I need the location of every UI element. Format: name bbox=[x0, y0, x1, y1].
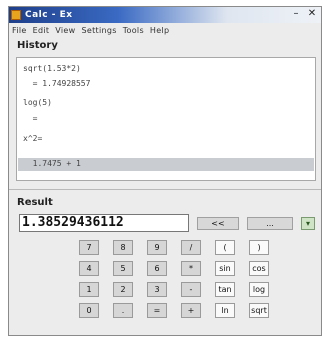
history-line[interactable]: = bbox=[23, 114, 42, 123]
close-button[interactable]: ✕ bbox=[305, 8, 319, 21]
key-2[interactable]: 2 bbox=[113, 282, 133, 297]
key-8[interactable]: 8 bbox=[113, 240, 133, 255]
history-line[interactable]: x^2= bbox=[23, 134, 42, 143]
menu-view[interactable]: View bbox=[55, 26, 75, 35]
app-icon bbox=[11, 10, 21, 20]
key-0[interactable]: 0 bbox=[79, 303, 99, 318]
history-line[interactable]: = 1.74928557 bbox=[23, 79, 91, 88]
history-list[interactable]: sqrt(1.53*2) = 1.74928557 log(5) = x^2= … bbox=[16, 57, 316, 181]
key-3[interactable]: 3 bbox=[147, 282, 167, 297]
key-6[interactable]: 6 bbox=[147, 261, 167, 276]
key-divide[interactable]: / bbox=[181, 240, 201, 255]
key-log[interactable]: log bbox=[249, 282, 269, 297]
key-4[interactable]: 4 bbox=[79, 261, 99, 276]
key-ln[interactable]: ln bbox=[215, 303, 235, 318]
key-5[interactable]: 5 bbox=[113, 261, 133, 276]
result-display[interactable]: 1.38529436112 bbox=[19, 214, 189, 232]
key-multiply[interactable]: * bbox=[181, 261, 201, 276]
result-label: Result bbox=[17, 197, 53, 208]
history-line[interactable]: sqrt(1.53*2) bbox=[23, 64, 81, 73]
menu-help[interactable]: Help bbox=[150, 26, 169, 35]
menu-settings[interactable]: Settings bbox=[81, 26, 116, 35]
dropdown-button[interactable]: ▾ bbox=[301, 217, 315, 230]
window-title: Calc - Ex bbox=[25, 10, 73, 20]
key-9[interactable]: 9 bbox=[147, 240, 167, 255]
key-decimal[interactable]: . bbox=[113, 303, 133, 318]
minimize-button[interactable]: – bbox=[289, 8, 303, 21]
key-open-paren[interactable]: ( bbox=[215, 240, 235, 255]
key-minus[interactable]: - bbox=[181, 282, 201, 297]
key-sqrt[interactable]: sqrt bbox=[249, 303, 269, 318]
menu-bar: File Edit View Settings Tools Help bbox=[9, 24, 321, 37]
backspace-button[interactable]: << bbox=[197, 217, 239, 230]
key-equals[interactable]: = bbox=[147, 303, 167, 318]
history-label: History bbox=[17, 40, 58, 51]
key-cos[interactable]: cos bbox=[249, 261, 269, 276]
section-divider bbox=[9, 189, 321, 190]
key-close-paren[interactable]: ) bbox=[249, 240, 269, 255]
key-sin[interactable]: sin bbox=[215, 261, 235, 276]
history-line[interactable]: log(5) bbox=[23, 98, 52, 107]
key-plus[interactable]: + bbox=[181, 303, 201, 318]
menu-file[interactable]: File bbox=[12, 26, 27, 35]
history-line[interactable]: 1.7475 + 1 bbox=[23, 159, 81, 168]
options-button[interactable]: ... bbox=[247, 217, 293, 230]
key-7[interactable]: 7 bbox=[79, 240, 99, 255]
menu-tools[interactable]: Tools bbox=[123, 26, 144, 35]
title-bar[interactable]: Calc - Ex – ✕ bbox=[9, 7, 321, 23]
key-tan[interactable]: tan bbox=[215, 282, 235, 297]
menu-edit[interactable]: Edit bbox=[33, 26, 50, 35]
key-1[interactable]: 1 bbox=[79, 282, 99, 297]
calculator-window: Calc - Ex – ✕ File Edit View Settings To… bbox=[8, 6, 322, 336]
chevron-down-icon: ▾ bbox=[305, 219, 310, 228]
